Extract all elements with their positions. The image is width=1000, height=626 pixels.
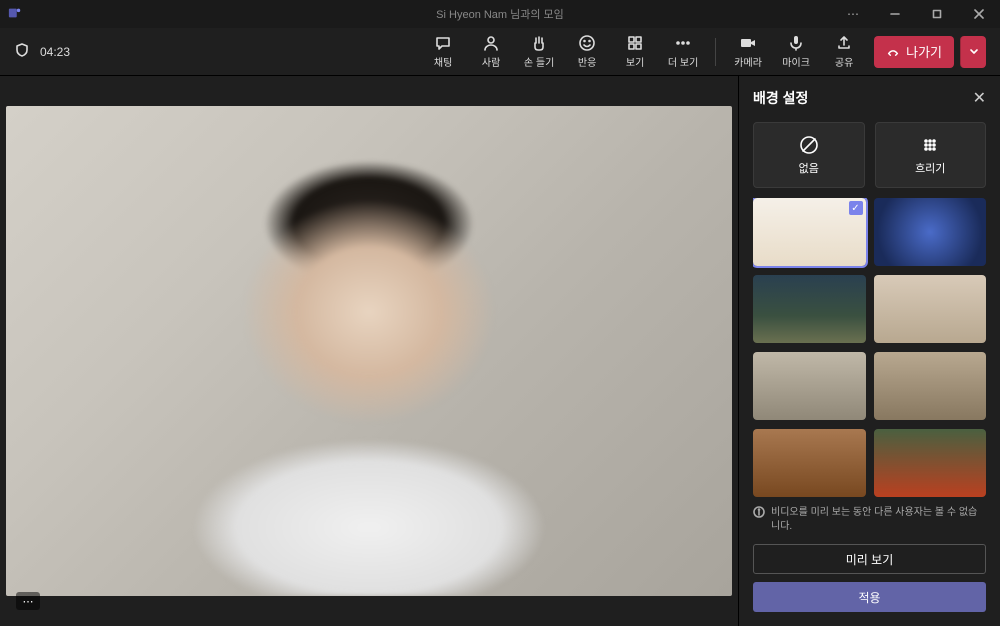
mic-icon [787,34,805,52]
background-thumb-6[interactable] [874,352,987,420]
chevron-down-icon [969,43,979,61]
panel-title: 배경 설정 [753,88,808,108]
video-more-button[interactable]: ⋯ [16,592,40,610]
none-icon [798,134,820,156]
more-button[interactable]: 더 보기 [661,30,705,74]
close-window-button[interactable] [958,0,1000,28]
info-icon [753,506,765,534]
camera-button[interactable]: 카메라 [726,30,770,74]
apply-button[interactable]: 적용 [753,582,986,612]
participant-video[interactable] [6,106,732,596]
reactions-button[interactable]: 반응 [565,30,609,74]
grid-icon [626,34,644,52]
view-button[interactable]: 보기 [613,30,657,74]
app-logo-icon [8,6,22,23]
share-button[interactable]: 공유 [822,30,866,74]
toolbar-separator [715,38,716,66]
background-thumb-3[interactable] [753,275,866,343]
minimize-button[interactable] [874,0,916,28]
background-blur-option[interactable]: 흐리기 [875,122,987,188]
chat-icon [434,34,452,52]
people-button[interactable]: 사람 [469,30,513,74]
background-thumbnails-grid [753,198,986,498]
info-text: 비디오를 미리 보는 동안 다른 사용자는 볼 수 없습니다. [771,506,986,534]
meeting-toolbar: 04:23 채팅 사람 손 들기 반응 보기 더 보기 카메라 마이크 공유 나 [0,28,1000,76]
smile-icon [578,34,596,52]
close-panel-button[interactable]: ✕ [973,88,986,108]
raise-hand-icon [530,34,548,52]
meeting-timer: 04:23 [40,45,70,59]
mic-button[interactable]: 마이크 [774,30,818,74]
background-thumb-1[interactable] [753,198,866,266]
background-none-option[interactable]: 없음 [753,122,865,188]
background-thumb-2[interactable] [874,198,987,266]
preview-button[interactable]: 미리 보기 [753,544,986,574]
background-settings-panel: 배경 설정 ✕ 없음 흐리기 비디오를 미리 보는 동안 다 [738,76,1000,626]
blur-icon [919,134,941,156]
share-icon [835,34,853,52]
people-icon [482,34,500,52]
titlebar-more-icon[interactable]: ⋯ [832,0,874,28]
chat-button[interactable]: 채팅 [421,30,465,74]
background-thumb-7[interactable] [753,429,866,497]
leave-dropdown[interactable] [960,36,986,68]
camera-icon [739,34,757,52]
background-thumb-4[interactable] [874,275,987,343]
more-icon [674,34,692,52]
titlebar: Si Hyeon Nam 님과의 모임 ⋯ [0,0,1000,28]
leave-icon [886,43,900,60]
background-thumb-8[interactable] [874,429,987,497]
background-thumb-5[interactable] [753,352,866,420]
leave-button[interactable]: 나가기 [874,36,954,68]
video-area: ⋯ [0,76,738,626]
maximize-button[interactable] [916,0,958,28]
shield-icon [14,42,30,61]
raise-hand-button[interactable]: 손 들기 [517,30,561,74]
window-title: Si Hyeon Nam 님과의 모임 [436,6,564,22]
